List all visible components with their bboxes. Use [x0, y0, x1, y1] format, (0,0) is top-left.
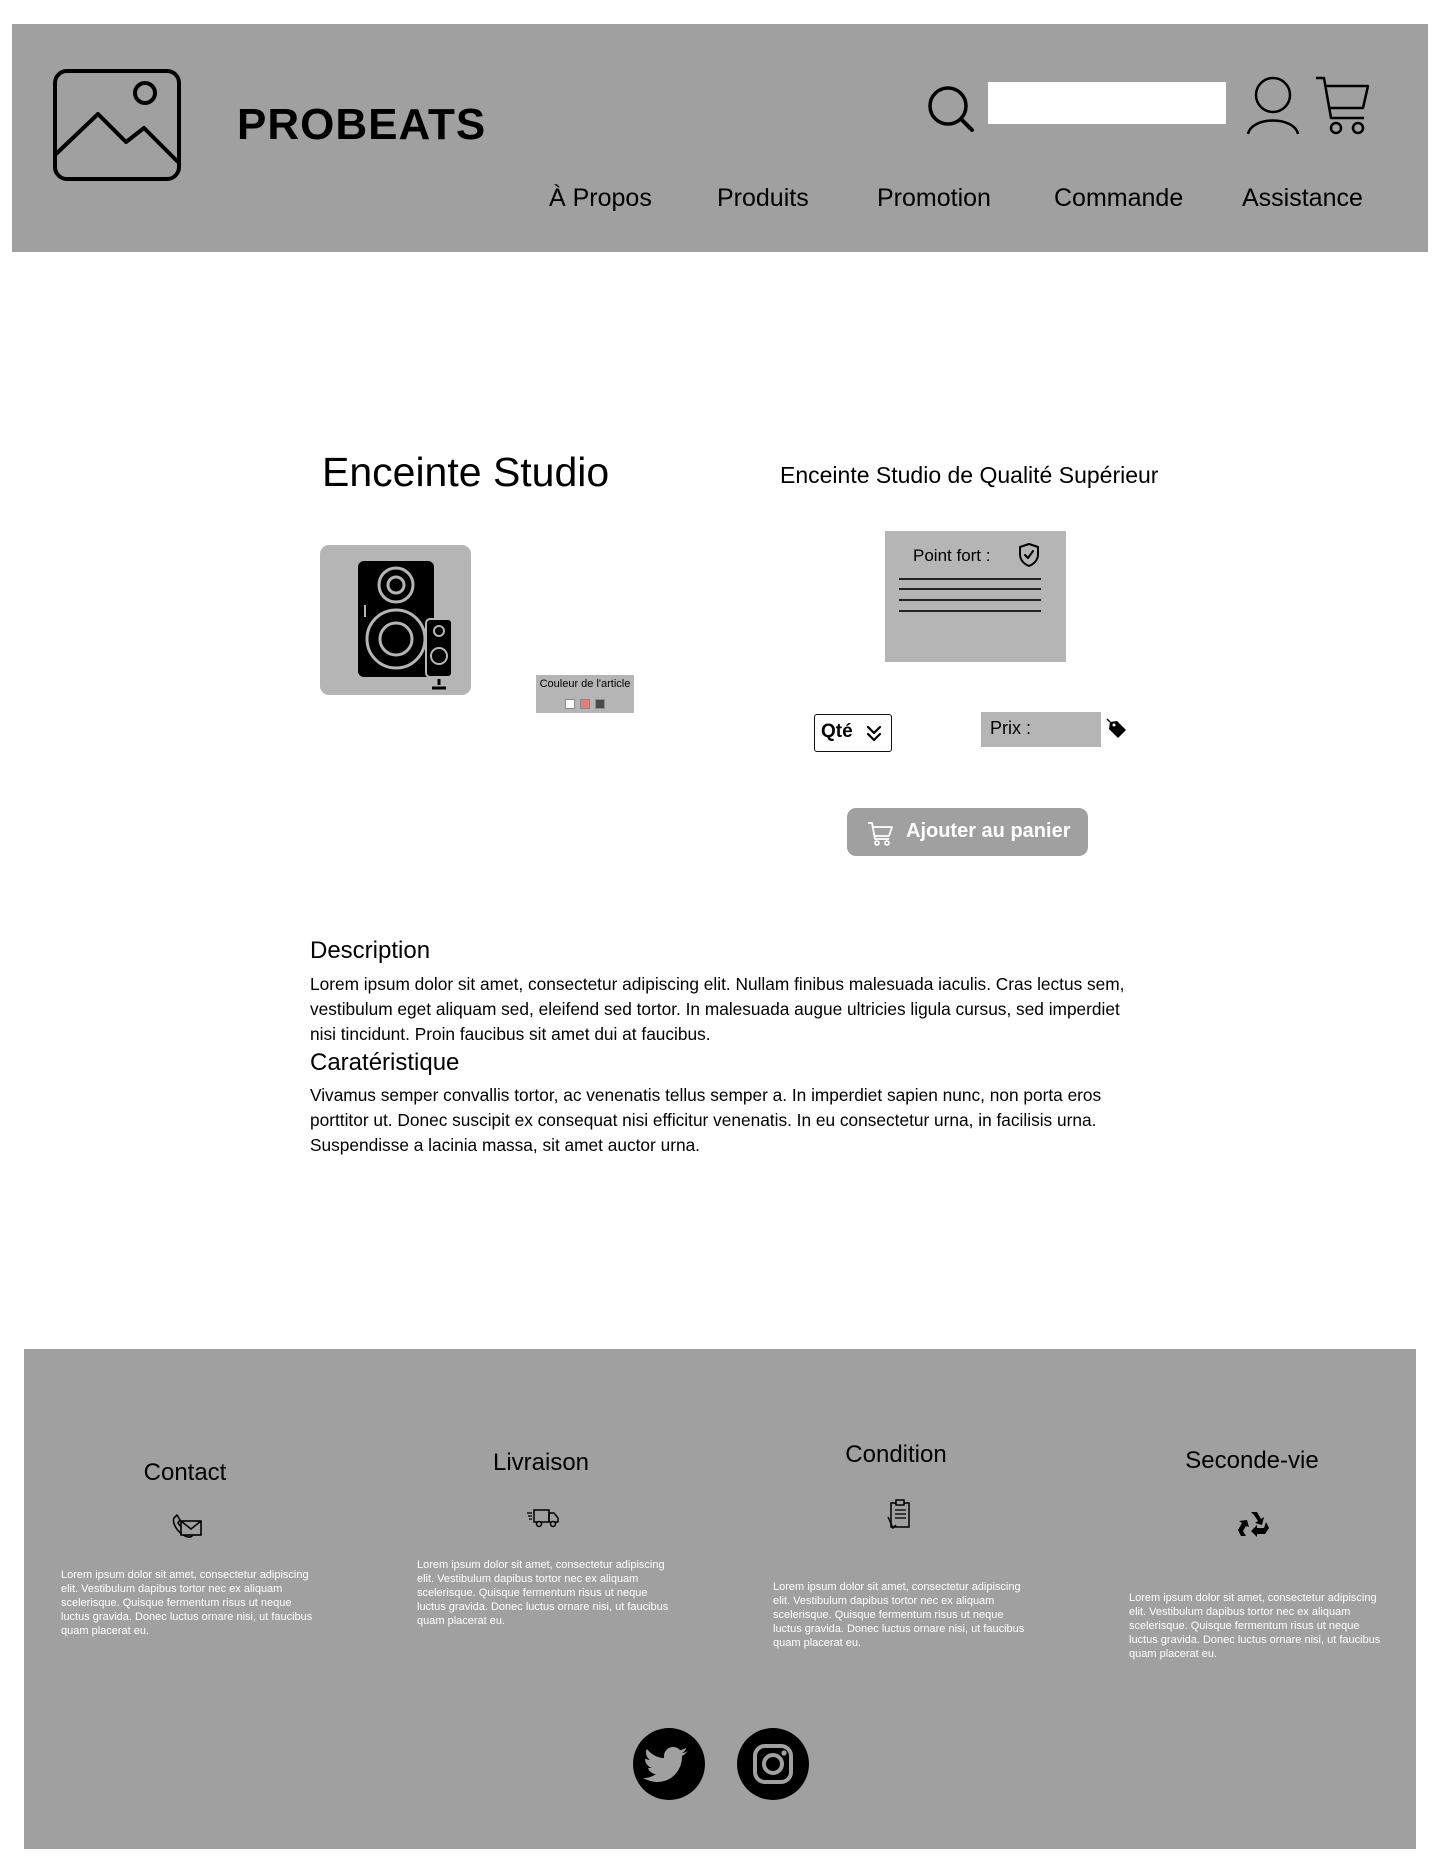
shield-check-icon [1019, 543, 1039, 567]
quantity-label: Qté [821, 721, 853, 742]
search-icon[interactable] [922, 80, 978, 136]
color-selector-label: Couleur de l'article [539, 678, 631, 690]
color-swatch-red[interactable] [580, 699, 590, 709]
highlight-line [899, 588, 1041, 590]
search-input[interactable] [988, 82, 1226, 124]
cart-icon [868, 822, 893, 846]
product-image[interactable] [320, 545, 471, 695]
price-display: Prix : [981, 712, 1101, 747]
nav-item-a-propos[interactable]: À Propos [549, 184, 652, 213]
quantity-select[interactable]: Qté [814, 714, 892, 752]
highlight-line [899, 599, 1041, 601]
speaker-icon [358, 561, 453, 690]
add-to-cart-label: Ajouter au panier [906, 820, 1071, 842]
highlights-label: Point fort : [913, 546, 991, 565]
product-subtitle: Enceinte Studio de Qualité Supérieur [780, 462, 1159, 488]
shopping-cart-icon[interactable] [1314, 74, 1370, 136]
nav-item-promotion[interactable]: Promotion [877, 184, 991, 213]
description-text: Lorem ipsum dolor sit amet, consectetur … [310, 974, 1125, 1044]
footer-title-condition: Condition [845, 1441, 947, 1468]
nav-item-assistance[interactable]: Assistance [1242, 184, 1363, 213]
characteristics-heading: Caratéristique [310, 1049, 460, 1076]
brand-name[interactable]: PROBEATS [237, 100, 486, 150]
footer-title-seconde-vie: Seconde-vie [1185, 1447, 1319, 1474]
twitter-icon[interactable] [633, 1728, 705, 1800]
recycle-icon [1238, 1512, 1269, 1537]
color-swatch-dark[interactable] [595, 699, 605, 709]
phone-mail-icon [172, 1514, 202, 1538]
footer-title-livraison: Livraison [492, 1449, 590, 1476]
double-chevron-down-icon [866, 725, 882, 742]
footer-text-condition: Lorem ipsum dolor sit amet, consectetur … [773, 1581, 1025, 1649]
footer-text-livraison: Lorem ipsum dolor sit amet, consectetur … [417, 1559, 669, 1627]
color-selector: Couleur de l'article [536, 675, 634, 713]
delivery-truck-icon [527, 1509, 559, 1528]
price-label: Prix : [990, 718, 1032, 738]
price-tag-icon [1106, 718, 1126, 738]
site-header: PROBEATS À Propos Produits Promotion Com… [12, 24, 1428, 252]
product-title: Enceinte Studio [322, 449, 610, 495]
footer-title-contact: Contact [143, 1459, 227, 1486]
image-placeholder-logo-icon[interactable] [52, 68, 182, 182]
highlight-line [899, 610, 1041, 612]
description-heading: Description [310, 937, 431, 964]
nav-item-produits[interactable]: Produits [717, 184, 809, 213]
highlight-line [899, 578, 1041, 580]
site-footer: Contact Lorem ipsum dolor sit amet, cons… [24, 1349, 1416, 1849]
instagram-icon[interactable] [737, 1728, 809, 1800]
add-to-cart-button[interactable]: Ajouter au panier [847, 808, 1088, 856]
characteristics-text: Vivamus semper convallis tortor, ac vene… [310, 1085, 1102, 1155]
color-swatch-white[interactable] [565, 699, 575, 709]
footer-text-contact: Lorem ipsum dolor sit amet, consectetur … [61, 1569, 313, 1637]
footer-text-seconde-vie: Lorem ipsum dolor sit amet, consectetur … [1129, 1592, 1381, 1660]
user-account-icon[interactable] [1244, 74, 1302, 136]
highlights-box: Point fort : [885, 531, 1066, 662]
clipboard-icon [887, 1499, 910, 1529]
nav-item-commande[interactable]: Commande [1054, 184, 1183, 213]
